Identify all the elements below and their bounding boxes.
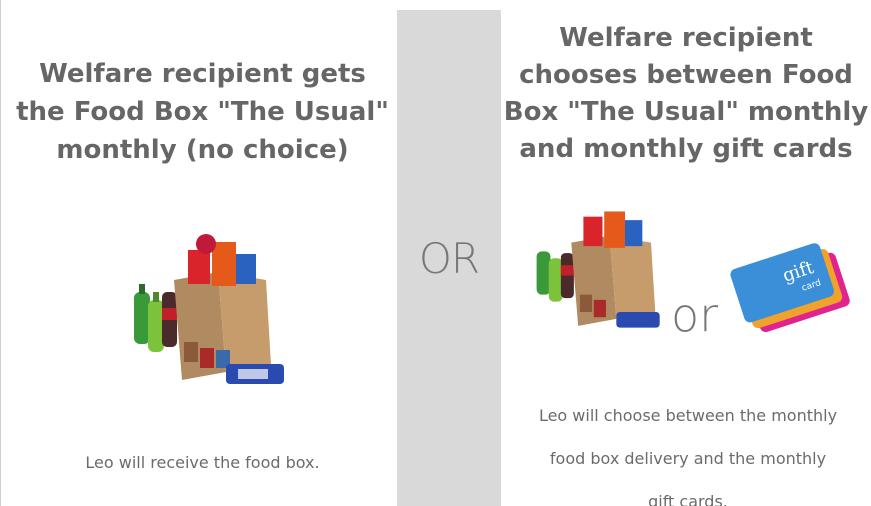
right-caption-line: Leo will choose between the monthly <box>538 406 838 425</box>
right-heading-line: chooses between Food <box>519 60 853 90</box>
right-option-heading: Welfare recipient chooses between Food B… <box>501 20 871 168</box>
left-option-panel: Welfare recipient gets the Food Box "The… <box>8 0 397 506</box>
or-divider-label: OR <box>418 234 480 283</box>
right-caption-line: food box delivery and the monthly <box>549 449 827 468</box>
left-option-heading: Welfare recipient gets the Food Box "The… <box>8 55 397 169</box>
left-heading-line: monthly (no choice) <box>56 135 349 165</box>
left-heading-line: the Food Box "The Usual" <box>16 97 389 127</box>
frame-border <box>0 0 1 506</box>
gift-card-image: gift card <box>730 243 850 333</box>
right-caption-line: gift cards. <box>648 492 728 506</box>
or-divider: OR <box>397 10 501 506</box>
right-option-panel: Welfare recipient chooses between Food B… <box>501 0 871 506</box>
left-heading-line: Welfare recipient gets <box>39 59 366 89</box>
right-heading-line: and monthly gift cards <box>519 134 853 164</box>
right-caption: Leo will choose between the monthly food… <box>501 394 871 506</box>
right-heading-line: Welfare recipient <box>559 23 813 53</box>
food-box-image <box>134 234 284 384</box>
left-caption: Leo will receive the food box. <box>85 453 320 472</box>
food-box-image-small <box>536 211 660 328</box>
right-heading-line: Box "The Usual" monthly <box>503 97 869 127</box>
or-choice-label: or <box>671 288 719 342</box>
